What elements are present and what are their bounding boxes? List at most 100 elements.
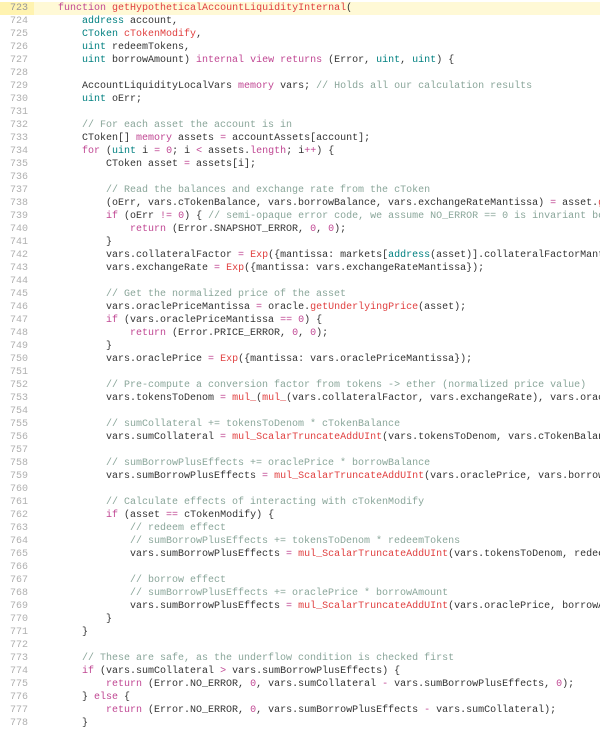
code-line[interactable]: } [34,626,600,639]
code-line[interactable]: if (vars.sumCollateral > vars.sumBorrowP… [34,665,600,678]
line-number: 744 [0,275,34,288]
code-line[interactable] [34,366,600,379]
code-line[interactable]: uint redeemTokens, [34,41,600,54]
line-number: 740 [0,223,34,236]
code-line[interactable]: function getHypotheticalAccountLiquidity… [34,2,600,15]
code-line[interactable]: vars.sumBorrowPlusEffects = mul_ScalarTr… [34,548,600,561]
code-line[interactable]: uint oErr; [34,93,600,106]
code-line[interactable]: AccountLiquidityLocalVars memory vars; /… [34,80,600,93]
line-number: 776 [0,691,34,704]
code-line[interactable]: return (Error.NO_ERROR, 0, vars.sumBorro… [34,704,600,717]
line-number: 736 [0,171,34,184]
line-number: 764 [0,535,34,548]
code-line[interactable]: return (Error.PRICE_ERROR, 0, 0); [34,327,600,340]
line-number: 760 [0,483,34,496]
line-number: 773 [0,652,34,665]
code-line[interactable]: } [34,340,600,353]
code-line[interactable]: // Pre-compute a conversion factor from … [34,379,600,392]
code-line[interactable] [34,483,600,496]
code-line[interactable] [34,275,600,288]
code-line[interactable]: vars.exchangeRate = Exp({mantissa: vars.… [34,262,600,275]
line-number: 770 [0,613,34,626]
code-line[interactable]: (oErr, vars.cTokenBalance, vars.borrowBa… [34,197,600,210]
code-line[interactable]: if (vars.oraclePriceMantissa == 0) { [34,314,600,327]
line-number: 739 [0,210,34,223]
line-number: 750 [0,353,34,366]
line-number: 755 [0,418,34,431]
line-number: 726 [0,41,34,54]
line-number: 734 [0,145,34,158]
code-line[interactable]: uint borrowAmount) internal view returns… [34,54,600,67]
code-line[interactable]: // Get the normalized price of the asset [34,288,600,301]
code-line[interactable] [34,561,600,574]
line-number: 735 [0,158,34,171]
code-line[interactable]: // sumBorrowPlusEffects += oraclePrice *… [34,587,600,600]
line-number: 725 [0,28,34,41]
code-line[interactable]: CToken cTokenModify, [34,28,600,41]
code-line[interactable]: if (oErr != 0) { // semi-opaque error co… [34,210,600,223]
line-number: 742 [0,249,34,262]
line-number: 756 [0,431,34,444]
line-number: 763 [0,522,34,535]
line-number: 749 [0,340,34,353]
code-line[interactable]: CToken[] memory assets = accountAssets[a… [34,132,600,145]
code-line[interactable]: // For each asset the account is in [34,119,600,132]
code-line[interactable]: CToken asset = assets[i]; [34,158,600,171]
code-line[interactable] [34,106,600,119]
code-line[interactable]: vars.tokensToDenom = mul_(mul_(vars.coll… [34,392,600,405]
code-line[interactable]: vars.oraclePrice = Exp({mantissa: vars.o… [34,353,600,366]
code-line[interactable]: return (Error.NO_ERROR, 0, vars.sumColla… [34,678,600,691]
line-number: 737 [0,184,34,197]
code-line[interactable] [34,639,600,652]
code-line[interactable] [34,405,600,418]
line-number: 733 [0,132,34,145]
code-line[interactable]: // sumBorrowPlusEffects += tokensToDenom… [34,535,600,548]
line-number: 766 [0,561,34,574]
code-line[interactable] [34,67,600,80]
code-line[interactable]: // Calculate effects of interacting with… [34,496,600,509]
code-line[interactable]: // Read the balances and exchange rate f… [34,184,600,197]
code-line[interactable]: // sumCollateral += tokensToDenom * cTok… [34,418,600,431]
line-number: 730 [0,93,34,106]
code-line[interactable]: vars.sumCollateral = mul_ScalarTruncateA… [34,431,600,444]
line-number: 758 [0,457,34,470]
line-number: 771 [0,626,34,639]
line-number: 747 [0,314,34,327]
code-line[interactable]: for (uint i = 0; i < assets.length; i++)… [34,145,600,158]
line-number: 729 [0,80,34,93]
code-line[interactable] [34,171,600,184]
code-line[interactable]: if (asset == cTokenModify) { [34,509,600,522]
code-line[interactable]: // redeem effect [34,522,600,535]
code-editor[interactable]: 7237247257267277287297307317327337347357… [0,0,600,730]
line-number: 761 [0,496,34,509]
line-number: 775 [0,678,34,691]
line-number-gutter: 7237247257267277287297307317327337347357… [0,0,34,730]
code-line[interactable]: // sumBorrowPlusEffects += oraclePrice *… [34,457,600,470]
code-line[interactable]: return (Error.SNAPSHOT_ERROR, 0, 0); [34,223,600,236]
code-area[interactable]: function getHypotheticalAccountLiquidity… [34,0,600,730]
code-line[interactable]: // borrow effect [34,574,600,587]
line-number: 724 [0,15,34,28]
code-line[interactable]: address account, [34,15,600,28]
line-number: 767 [0,574,34,587]
line-number: 765 [0,548,34,561]
code-line[interactable]: // These are safe, as the underflow cond… [34,652,600,665]
line-number: 768 [0,587,34,600]
line-number: 769 [0,600,34,613]
line-number: 743 [0,262,34,275]
code-line[interactable]: vars.collateralFactor = Exp({mantissa: m… [34,249,600,262]
code-line[interactable]: vars.sumBorrowPlusEffects = mul_ScalarTr… [34,470,600,483]
code-line[interactable]: vars.sumBorrowPlusEffects = mul_ScalarTr… [34,600,600,613]
code-line[interactable]: vars.oraclePriceMantissa = oracle.getUnd… [34,301,600,314]
line-number: 753 [0,392,34,405]
line-number: 731 [0,106,34,119]
line-number: 774 [0,665,34,678]
code-line[interactable]: } [34,613,600,626]
code-line[interactable]: } [34,236,600,249]
code-line[interactable]: } else { [34,691,600,704]
code-line[interactable]: } [34,717,600,730]
code-line[interactable] [34,444,600,457]
line-number: 777 [0,704,34,717]
line-number: 741 [0,236,34,249]
line-number: 727 [0,54,34,67]
